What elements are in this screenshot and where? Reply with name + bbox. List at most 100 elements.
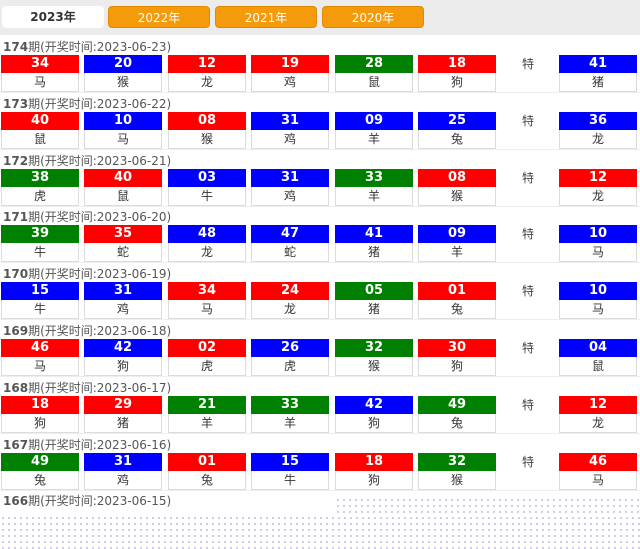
draw-date: 期(开奖时间:2023-06-21)	[28, 153, 172, 168]
tab-year-2020[interactable]: 2020年	[322, 6, 424, 28]
ball-number: 40	[1, 111, 79, 130]
zodiac-label: 兔	[450, 131, 463, 146]
zodiac-label: 马	[591, 302, 604, 317]
ball-number: 12	[559, 168, 637, 187]
draw-period-title: 169期(开奖时间:2023-06-18)	[3, 324, 171, 338]
lottery-ball: 01 兔	[168, 452, 246, 490]
zodiac-label: 鼠	[33, 131, 46, 146]
ball-number: 35	[84, 225, 162, 244]
ball-number: 41	[559, 55, 637, 73]
zodiac-label: 龙	[591, 415, 604, 430]
ball-number: 10	[559, 225, 637, 244]
zodiac-label: 牛	[33, 245, 46, 260]
year-tab-bar: 2023年 2022年 2021年 2020年	[0, 0, 640, 35]
ball-number: 18	[418, 55, 496, 73]
lottery-ball: 08 猴	[168, 111, 246, 149]
ball-number: 28	[335, 55, 413, 73]
zodiac-label: 鼠	[591, 359, 604, 373]
lottery-ball: 02 虎	[168, 339, 246, 376]
zodiac-label: 蛇	[283, 245, 296, 260]
zodiac-label: 马	[200, 302, 213, 317]
lottery-ball: 21 羊	[168, 395, 246, 433]
lottery-ball: 31 鸡	[251, 168, 329, 206]
period-number: 170	[3, 267, 29, 282]
ball-number: 32	[335, 339, 413, 357]
zodiac-label: 虎	[33, 188, 46, 203]
lottery-ball: 26 虎	[251, 339, 329, 376]
zodiac-label: 鸡	[283, 75, 296, 89]
ball-number: 39	[1, 225, 79, 244]
lottery-ball: 15 牛	[251, 452, 329, 490]
period-number: 169	[3, 324, 29, 338]
ball-number: 33	[251, 395, 329, 414]
special-label: 特	[521, 284, 534, 299]
ball-number: 18	[335, 452, 413, 471]
tab-year-2023[interactable]: 2023年	[2, 6, 104, 28]
ball-number: 12	[559, 395, 637, 414]
ball-number: 08	[418, 168, 496, 187]
lottery-ball: 35 蛇	[84, 225, 162, 263]
zodiac-label: 猴	[116, 75, 129, 89]
tab-year-2022[interactable]: 2022年	[108, 6, 210, 28]
lottery-ball: 32 猴	[335, 339, 413, 376]
zodiac-label: 鸡	[116, 472, 129, 487]
zodiac-label: 兔	[33, 472, 46, 487]
ball-number: 31	[251, 111, 329, 130]
special-ball: 46 马	[559, 452, 637, 490]
lottery-ball: 05 猪	[335, 282, 413, 320]
ball-number: 29	[84, 395, 162, 414]
ball-number: 21	[168, 395, 246, 414]
lottery-ball: 47 蛇	[251, 225, 329, 263]
zodiac-label: 龙	[283, 302, 296, 317]
draw-record: 170期(开奖时间:2023-06-19) 15 牛 31 鸡 34 马 24 龙 05 猪 01 兔特…	[0, 263, 640, 321]
lottery-ball: 12 龙	[168, 55, 246, 92]
lottery-ball: 25 兔	[418, 111, 496, 149]
draw-record: 171期(开奖时间:2023-06-20) 39 牛 35 蛇 48 龙 47 蛇 41 猪 09 羊特…	[0, 206, 640, 264]
lottery-ball: 41 猪	[335, 225, 413, 263]
period-number: 172	[3, 153, 29, 168]
ball-number: 05	[335, 282, 413, 301]
zodiac-label: 蛇	[116, 245, 129, 260]
lottery-ball: 46 马	[1, 339, 79, 376]
draw-date: 期(开奖时间:2023-06-20)	[28, 210, 172, 225]
lottery-ball: 34 马	[1, 55, 79, 92]
zodiac-label: 羊	[367, 188, 380, 203]
zodiac-label: 鸡	[283, 188, 296, 203]
ball-number: 12	[168, 55, 246, 73]
lottery-ball: 18 狗	[418, 55, 496, 92]
ball-number: 20	[84, 55, 162, 73]
zodiac-label: 羊	[200, 415, 213, 430]
draw-period-title: 173期(开奖时间:2023-06-22)	[3, 97, 171, 111]
ball-number: 33	[335, 168, 413, 187]
lottery-ball: 40 鼠	[1, 111, 79, 149]
lottery-ball: 33 羊	[335, 168, 413, 206]
lottery-ball: 01 兔	[418, 282, 496, 320]
lottery-ball: 28 鼠	[335, 55, 413, 92]
lottery-ball: 08 猴	[418, 168, 496, 206]
ball-number: 10	[559, 282, 637, 301]
draw-period-title: 172期(开奖时间:2023-06-21)	[3, 154, 171, 168]
period-number: 168	[3, 380, 29, 395]
loading-overlay-pattern	[0, 515, 640, 549]
draw-period-title: 171期(开奖时间:2023-06-20)	[3, 210, 171, 224]
ball-number: 41	[335, 225, 413, 244]
draw-record: 173期(开奖时间:2023-06-22) 40 鼠 10 马 08 猴 31 鸡 09 羊 25 兔特…	[0, 93, 640, 150]
ball-number: 46	[1, 339, 79, 357]
zodiac-label: 龙	[591, 131, 604, 146]
zodiac-label: 猴	[450, 472, 463, 487]
ball-number: 38	[1, 168, 79, 187]
lottery-ball: 18 狗	[1, 395, 79, 433]
draw-date: 期(开奖时间:2023-06-18)	[28, 324, 172, 338]
ball-number: 40	[84, 168, 162, 187]
tab-year-2021[interactable]: 2021年	[215, 6, 317, 28]
lottery-ball: 42 狗	[335, 395, 413, 433]
special-label: 特	[521, 341, 534, 355]
special-label: 特	[521, 57, 534, 71]
special-ball: 04 鼠	[559, 339, 637, 376]
draw-period-title: 167期(开奖时间:2023-06-16)	[3, 438, 171, 452]
ball-number: 42	[84, 339, 162, 357]
lottery-ball: 40 鼠	[84, 168, 162, 206]
ball-number: 08	[168, 111, 246, 130]
period-number: 171	[3, 210, 29, 225]
zodiac-label: 兔	[200, 472, 213, 487]
